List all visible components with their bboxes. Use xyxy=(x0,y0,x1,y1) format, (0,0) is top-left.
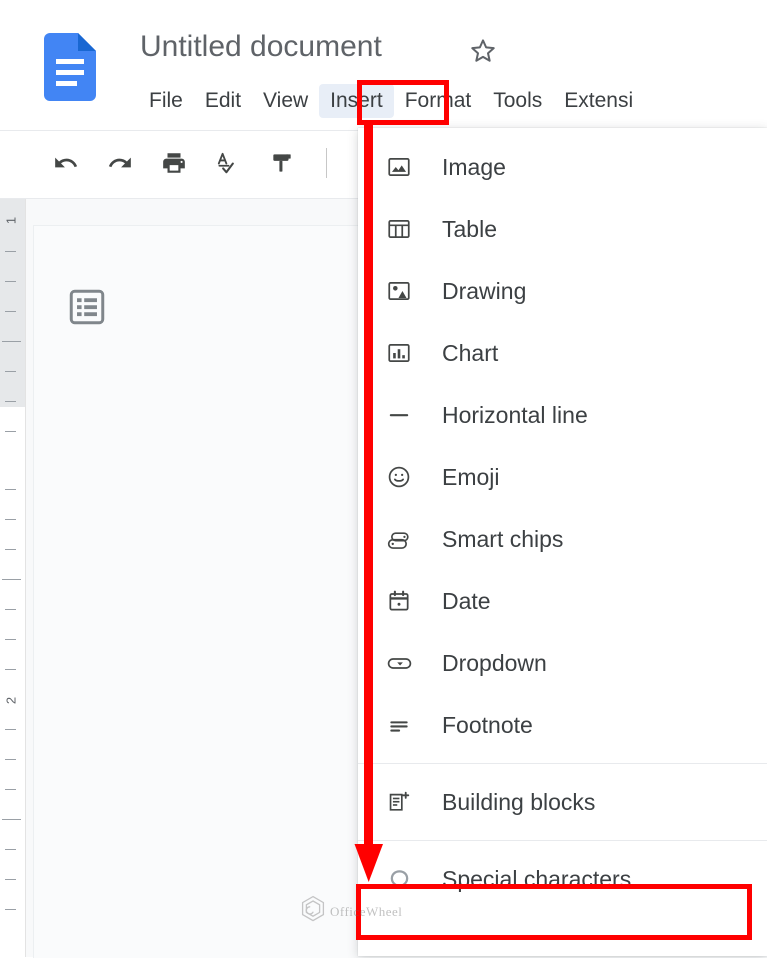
star-outline-icon[interactable] xyxy=(468,36,498,66)
menu-item-dropdown[interactable]: Dropdown xyxy=(358,632,767,694)
chart-icon xyxy=(382,336,416,370)
menu-item-label: Emoji xyxy=(442,464,500,491)
menu-item-label: Horizontal line xyxy=(442,402,588,429)
menu-item-label: Special characters xyxy=(442,866,631,893)
table-icon xyxy=(382,212,416,246)
menu-item-label: Drawing xyxy=(442,278,526,305)
ruler-label-2: 2 xyxy=(4,686,19,716)
menu-item-table[interactable]: Table xyxy=(358,198,767,260)
menu-format[interactable]: Format xyxy=(394,84,483,118)
menu-item-special-characters[interactable]: Special characters xyxy=(358,848,767,910)
footnote-icon xyxy=(382,708,416,742)
menu-item-label: Table xyxy=(442,216,497,243)
document-outline-icon[interactable] xyxy=(66,286,108,328)
vertical-ruler[interactable]: 1 2 xyxy=(0,199,26,957)
menu-item-label: Smart chips xyxy=(442,526,563,553)
menu-item-date[interactable]: Date xyxy=(358,570,767,632)
menu-file[interactable]: File xyxy=(138,84,194,118)
menu-item-label: Footnote xyxy=(442,712,533,739)
app-header: Untitled document File Edit View Insert … xyxy=(0,0,767,130)
menu-item-building-blocks[interactable]: Building blocks xyxy=(358,771,767,833)
print-icon[interactable] xyxy=(156,145,192,181)
menu-item-horizontal-line[interactable]: Horizontal line xyxy=(358,384,767,446)
menu-item-label: Date xyxy=(442,588,491,615)
menu-item-smart-chips[interactable]: Smart chips xyxy=(358,508,767,570)
smart-chips-icon xyxy=(382,522,416,556)
insert-menu-panel: Image Table Drawing xyxy=(358,128,767,956)
horizontal-line-icon xyxy=(382,398,416,432)
menu-item-emoji[interactable]: Emoji xyxy=(358,446,767,508)
menu-divider xyxy=(358,840,767,841)
undo-icon[interactable] xyxy=(48,145,84,181)
toolbar-buttons xyxy=(48,145,335,181)
menu-item-label: Image xyxy=(442,154,506,181)
menu-item-footnote[interactable]: Footnote xyxy=(358,694,767,756)
menu-item-drawing[interactable]: Drawing xyxy=(358,260,767,322)
toolbar-divider xyxy=(326,148,327,178)
menu-view[interactable]: View xyxy=(252,84,319,118)
menu-item-image[interactable]: Image xyxy=(358,136,767,198)
menu-divider xyxy=(358,763,767,764)
menu-bar: File Edit View Insert Format Tools Exten… xyxy=(138,84,644,118)
menu-extensions[interactable]: Extensi xyxy=(553,84,644,118)
menu-item-label: Chart xyxy=(442,340,498,367)
google-docs-app: Untitled document File Edit View Insert … xyxy=(0,0,767,956)
building-blocks-icon xyxy=(382,785,416,819)
menu-tools[interactable]: Tools xyxy=(482,84,553,118)
menu-edit[interactable]: Edit xyxy=(194,84,252,118)
menu-item-label: Building blocks xyxy=(442,789,595,816)
image-icon xyxy=(382,150,416,184)
paint-format-icon[interactable] xyxy=(264,145,300,181)
ruler-label-1: 1 xyxy=(4,206,19,236)
menu-item-chart[interactable]: Chart xyxy=(358,322,767,384)
drawing-icon xyxy=(382,274,416,308)
google-docs-logo-icon[interactable] xyxy=(44,33,96,101)
menu-item-label: Dropdown xyxy=(442,650,547,677)
date-icon xyxy=(382,584,416,618)
document-title[interactable]: Untitled document xyxy=(140,30,382,64)
redo-icon[interactable] xyxy=(102,145,138,181)
dropdown-icon xyxy=(382,646,416,680)
special-characters-icon xyxy=(382,862,416,896)
spelling-check-icon[interactable] xyxy=(210,145,246,181)
menu-insert[interactable]: Insert xyxy=(319,84,394,118)
emoji-icon xyxy=(382,460,416,494)
